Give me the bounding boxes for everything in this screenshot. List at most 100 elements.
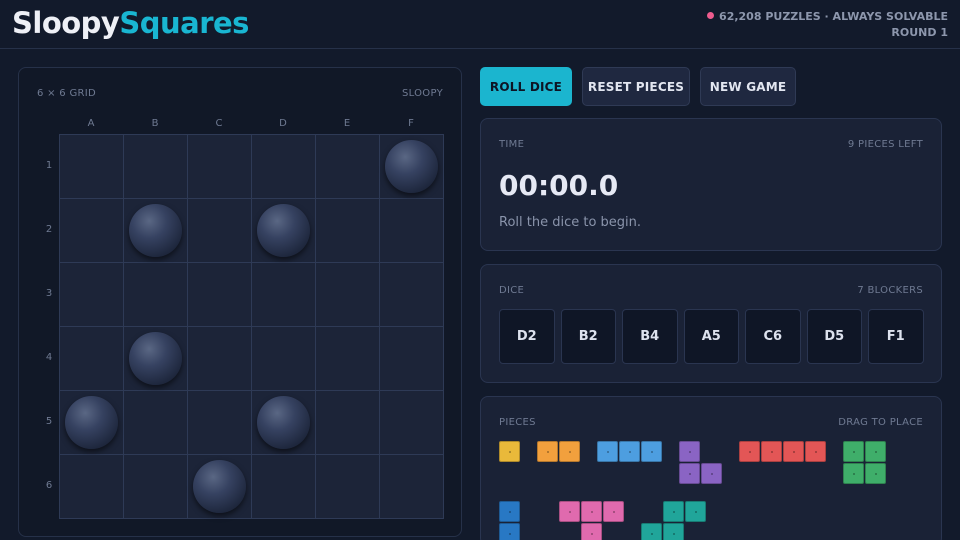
piece-block: [679, 441, 700, 462]
grid-cell-d5[interactable]: [252, 391, 316, 455]
die-b2: B2: [560, 309, 616, 364]
piece-block: [685, 501, 706, 522]
die-a5: A5: [683, 309, 739, 364]
app-header: SloopySquares 62,208 PUZZLES · ALWAYS SO…: [0, 0, 960, 49]
grid-cell-e3[interactable]: [316, 263, 380, 327]
piece-block: [559, 441, 580, 462]
game-grid[interactable]: [59, 134, 444, 519]
grid-cell-c5[interactable]: [188, 391, 252, 455]
piece-block: [843, 441, 864, 462]
reset-pieces-button[interactable]: RESET PIECES: [582, 67, 690, 106]
grid-cell-c2[interactable]: [188, 199, 252, 263]
piece-block: [865, 463, 886, 484]
logo-text-squares: Squares: [119, 6, 249, 40]
grid-cell-d2[interactable]: [252, 199, 316, 263]
pieces-tray: [481, 397, 943, 540]
grid-cell-e2[interactable]: [316, 199, 380, 263]
die-f1: F1: [868, 309, 924, 364]
roll-dice-button[interactable]: ROLL DICE: [480, 67, 572, 106]
piece-block: [581, 501, 602, 522]
blocker-ball: [257, 204, 310, 257]
grid-cell-a4[interactable]: [60, 327, 124, 391]
piece-block: [641, 523, 662, 540]
grid-cell-e6[interactable]: [316, 455, 380, 519]
column-labels: A B C D E F: [59, 118, 443, 130]
grid-cell-e1[interactable]: [316, 135, 380, 199]
grid-cell-c6[interactable]: [188, 455, 252, 519]
grid-cell-b3[interactable]: [124, 263, 188, 327]
grid-cell-c4[interactable]: [188, 327, 252, 391]
grid-cell-b2[interactable]: [124, 199, 188, 263]
column-label-b: B: [151, 118, 159, 129]
piece-block: [499, 441, 520, 462]
grid-cell-e4[interactable]: [316, 327, 380, 391]
row-label-4: 4: [45, 352, 53, 363]
grid-cell-f2[interactable]: [380, 199, 444, 263]
piece-block: [679, 463, 700, 484]
grid-cell-d3[interactable]: [252, 263, 316, 327]
piece-block: [603, 501, 624, 522]
grid-cell-c3[interactable]: [188, 263, 252, 327]
grid-cell-b1[interactable]: [124, 135, 188, 199]
die-b4: B4: [622, 309, 678, 364]
grid-cell-e5[interactable]: [316, 391, 380, 455]
status-message: Roll the dice to begin.: [499, 215, 642, 230]
piece-block: [537, 441, 558, 462]
row-label-5: 5: [45, 416, 53, 427]
column-label-d: D: [279, 118, 287, 129]
puzzle-count: 62,208 PUZZLES · ALWAYS SOLVABLE: [719, 10, 948, 23]
grid-size-label: 6 × 6 GRID: [37, 88, 96, 99]
grid-cell-a2[interactable]: [60, 199, 124, 263]
row-labels: 1 2 3 4 5 6: [39, 134, 59, 518]
grid-cell-c1[interactable]: [188, 135, 252, 199]
grid-cell-b4[interactable]: [124, 327, 188, 391]
grid-cell-d1[interactable]: [252, 135, 316, 199]
dice-card: DICE 7 BLOCKERS D2 B2 B4 A5 C6 D5 F1: [480, 264, 942, 383]
grid-cell-f3[interactable]: [380, 263, 444, 327]
die-c6: C6: [745, 309, 801, 364]
grid-cell-f4[interactable]: [380, 327, 444, 391]
header-meta: 62,208 PUZZLES · ALWAYS SOLVABLE ROUND 1: [707, 9, 948, 41]
grid-cell-f6[interactable]: [380, 455, 444, 519]
piece-block: [663, 523, 684, 540]
grid-cell-f5[interactable]: [380, 391, 444, 455]
piece-block: [499, 501, 520, 522]
board-panel: 6 × 6 GRID SLOOPY A B C D E F 1 2 3 4 5 6: [18, 67, 462, 537]
grid-cell-b5[interactable]: [124, 391, 188, 455]
row-label-1: 1: [45, 160, 53, 171]
grid-cell-f1[interactable]: [380, 135, 444, 199]
blockers-count: 7 BLOCKERS: [857, 285, 923, 296]
piece-block: [619, 441, 640, 462]
game-mode-label: SLOOPY: [401, 88, 443, 99]
blocker-ball: [129, 332, 182, 385]
piece-block: [499, 523, 520, 540]
new-game-button[interactable]: NEW GAME: [700, 67, 796, 106]
time-card: TIME 9 PIECES LEFT 00:00.0 Roll the dice…: [480, 118, 942, 251]
blocker-ball: [385, 140, 438, 193]
piece-block: [641, 441, 662, 462]
die-d5: D5: [806, 309, 862, 364]
piece-block: [663, 501, 684, 522]
grid-cell-a1[interactable]: [60, 135, 124, 199]
grid-cell-d6[interactable]: [252, 455, 316, 519]
row-label-3: 3: [45, 288, 53, 299]
piece-block: [865, 441, 886, 462]
column-label-e: E: [343, 118, 351, 129]
grid-cell-b6[interactable]: [124, 455, 188, 519]
piece-block: [805, 441, 826, 462]
piece-block: [843, 463, 864, 484]
grid-cell-a6[interactable]: [60, 455, 124, 519]
time-label: TIME: [499, 139, 525, 150]
blocker-ball: [65, 396, 118, 449]
piece-block: [581, 523, 602, 540]
grid-cell-d4[interactable]: [252, 327, 316, 391]
dice-row: D2 B2 B4 A5 C6 D5 F1: [499, 309, 924, 364]
piece-block: [559, 501, 580, 522]
app-logo: SloopySquares: [12, 6, 249, 40]
row-label-2: 2: [45, 224, 53, 235]
grid-cell-a5[interactable]: [60, 391, 124, 455]
column-label-f: F: [408, 118, 414, 129]
grid-cell-a3[interactable]: [60, 263, 124, 327]
column-label-a: A: [87, 118, 95, 129]
logo-text-sloopy: Sloopy: [12, 6, 120, 40]
